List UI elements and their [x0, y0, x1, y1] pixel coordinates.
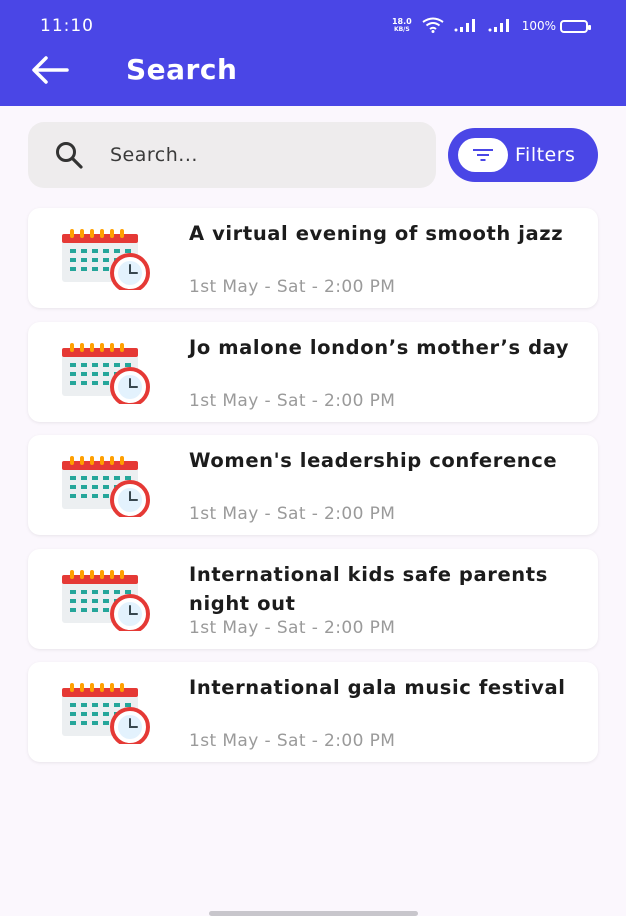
signal-icon [454, 18, 478, 35]
search-bar[interactable] [28, 122, 436, 188]
event-card[interactable]: International gala music festival 1st Ma… [28, 662, 598, 762]
app-bar: 11:10 18.0 KB/S 100% Search [0, 0, 626, 106]
back-button[interactable] [28, 54, 72, 90]
event-list: A virtual evening of smooth jazz 1st May… [28, 208, 598, 776]
search-icon [52, 138, 86, 172]
net-speed-value: 18.0 [391, 17, 412, 26]
calendar-clock-icon [60, 682, 154, 747]
home-indicator[interactable] [209, 911, 418, 916]
status-icons: 18.0 KB/S 100% [392, 15, 591, 37]
filters-label: Filters [515, 144, 576, 166]
battery-indicator: 100% [521, 19, 591, 33]
event-card[interactable]: International kids safe parents night ou… [28, 548, 598, 649]
calendar-clock-icon [60, 569, 154, 634]
event-title: Women's leadership conference [189, 449, 558, 472]
search-input[interactable] [110, 144, 370, 166]
event-title: A virtual evening of smooth jazz [189, 222, 564, 245]
arrow-left-icon [30, 55, 70, 89]
calendar-clock-icon [60, 228, 154, 293]
filter-icon [458, 138, 508, 172]
signal-icon [488, 18, 512, 35]
battery-icon [560, 19, 591, 33]
calendar-clock-icon [60, 342, 154, 407]
net-speed: 18.0 KB/S [392, 18, 412, 34]
status-time: 11:10 [40, 16, 94, 36]
event-date: 1st May - Sat - 2:00 PM [189, 731, 396, 751]
battery-percent: 100% [521, 19, 556, 33]
event-date: 1st May - Sat - 2:00 PM [189, 504, 396, 524]
net-speed-unit: KB/S [393, 26, 410, 33]
event-date: 1st May - Sat - 2:00 PM [189, 617, 396, 638]
event-date: 1st May - Sat - 2:00 PM [189, 390, 396, 411]
event-title: International kids safe parents night ou… [189, 562, 548, 615]
event-card[interactable]: Women's leadership conference 1st May - … [28, 435, 598, 535]
event-title: Jo malone london’s mother’s day [189, 335, 570, 359]
filters-button[interactable]: Filters [448, 128, 598, 182]
event-card[interactable]: A virtual evening of smooth jazz 1st May… [28, 208, 598, 308]
wifi-icon [422, 17, 444, 36]
page-title: Search [126, 53, 238, 86]
event-card[interactable]: Jo malone london’s mother’s day 1st May … [28, 321, 598, 422]
event-title: International gala music festival [189, 676, 566, 699]
calendar-clock-icon [60, 455, 154, 520]
event-date: 1st May - Sat - 2:00 PM [189, 277, 396, 297]
